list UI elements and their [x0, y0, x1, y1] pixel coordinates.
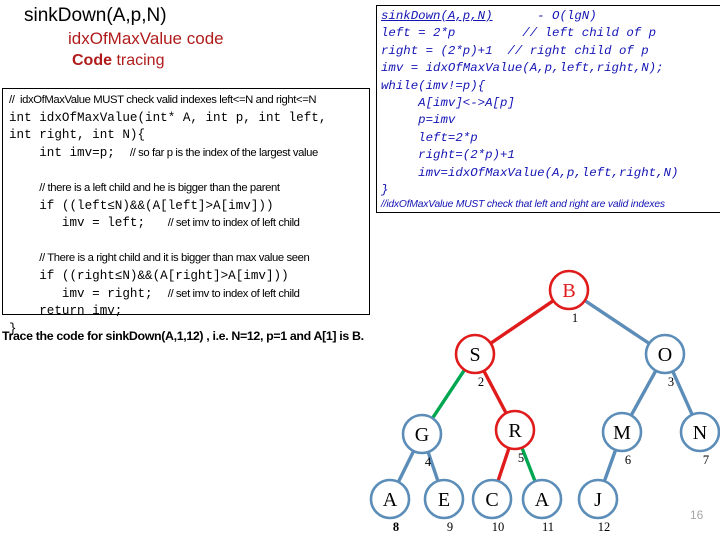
- tree-node-index: 5: [518, 451, 524, 465]
- pseudocode-line: right = (2*p)+1 // right child of p: [381, 43, 649, 58]
- tree-edge: [486, 296, 559, 347]
- trace-instruction: Trace the code for sinkDown(A,1,12) , i.…: [2, 329, 364, 343]
- tree-node-index: 9: [447, 520, 453, 534]
- tree-node-label: C: [485, 489, 498, 511]
- tree-edge: [429, 364, 469, 423]
- code-line: int right, int N){: [9, 128, 146, 143]
- pseudocode-line: A[imv]<->A[p]: [381, 96, 515, 111]
- tree-node-label: G: [415, 424, 429, 446]
- pseudocode-line: while(imv!=p){: [381, 78, 486, 93]
- idxofmaxvalue-code-block: // idxOfMaxValue MUST check valid indexe…: [2, 88, 370, 336]
- pseudocode-line: imv=idxOfMaxValue(A,p,left,right,N): [381, 165, 679, 180]
- tree-node-e-9: E9: [423, 478, 465, 534]
- code-comment: // so far p is the index of the largest …: [129, 146, 318, 159]
- code-line: // there is a left child and he is bigge…: [9, 180, 365, 198]
- tree-node-index: 12: [598, 520, 611, 534]
- sinkdown-pseudocode-block: sinkDown(A,p,N) - O(lgN) left = 2*p // le…: [376, 5, 720, 213]
- code-line: if ((right≤N)&&(A[right]>A[imv])): [9, 268, 289, 283]
- tree-edge: [628, 365, 660, 420]
- pseudocode-line: left = 2*p // left child of p: [381, 26, 657, 41]
- code-line: imv = right; // set imv to index of left…: [9, 286, 365, 304]
- code-comment: // there is a left child and he is bigge…: [39, 181, 280, 194]
- pseudocode-line: left=2*p: [381, 130, 478, 145]
- tree-node-a-11: A 11: [521, 478, 563, 534]
- pseudocode-header: sinkDown(A,p,N) - O(lgN): [381, 8, 720, 25]
- page-number: 16: [690, 508, 704, 522]
- code-line: imv = left; // set imv to index of left …: [9, 215, 365, 233]
- tree-node-label: E: [438, 489, 450, 511]
- title-subtitle-1: idxOfMaxValue code: [68, 29, 224, 48]
- tree-node-label: B: [562, 280, 575, 302]
- tree-edge: [395, 445, 418, 487]
- tree-edge: [579, 296, 654, 347]
- code-text: imv = left;: [9, 216, 168, 231]
- code-comment: // idxOfMaxValue MUST check valid indexe…: [9, 94, 317, 106]
- tree-node-index: 7: [703, 453, 709, 467]
- title-subtitle-2-thin: tracing: [112, 52, 165, 69]
- code-line: int idxOfMaxValue(int* A, int p, int lef…: [9, 110, 327, 125]
- code-text: int imv=p;: [9, 145, 130, 160]
- tree-node-a-8: A8: [369, 478, 411, 534]
- code-line: // There is a right child and it is bigg…: [9, 250, 365, 268]
- tree-node-index: 6: [625, 453, 631, 467]
- tree-node-index: 3: [668, 375, 674, 389]
- tree-edge: [601, 444, 619, 486]
- tree-node-index: 2: [478, 375, 484, 389]
- tree-node-j-12: J 12: [577, 478, 619, 534]
- title-subtitle-2: Code tracing: [72, 50, 364, 71]
- tree-node-r-5: R5: [494, 409, 536, 465]
- title-subtitle-2-bold: Code: [72, 52, 112, 69]
- tree-edge: [480, 365, 510, 418]
- code-line: // idxOfMaxValue MUST check valid indexe…: [9, 92, 365, 110]
- tree-node-m-6: M6: [601, 411, 643, 467]
- tree-node-label: A: [383, 489, 398, 511]
- pseudocode-line: p=imv: [381, 113, 456, 128]
- tree-node-label: J: [594, 489, 602, 511]
- tree-edge: [495, 442, 512, 486]
- code-line: return imv;: [9, 304, 123, 319]
- tree-node-b-1: B1: [548, 269, 590, 325]
- tree-node-label: O: [658, 344, 672, 366]
- pseudocode-complexity: - O(lgN): [492, 9, 597, 23]
- tree-node-label: N: [693, 422, 707, 444]
- tree-node-label: R: [508, 420, 522, 442]
- slide-title-block: sinkDown(A,p,N) idxOfMaxValue code Code …: [24, 4, 364, 71]
- code-comment: // There is a right child and it is bigg…: [39, 252, 310, 265]
- code-line: if ((left≤N)&&(A[left]>A[imv])): [9, 198, 274, 213]
- tree-node-index: 11: [542, 520, 554, 534]
- tree-edge: [669, 365, 696, 420]
- tree-node-index: 8: [393, 520, 399, 534]
- tree-svg: B1S2O3G4R5M6N7A8E9C10A11J12: [369, 269, 720, 534]
- pseudocode-line: imv = idxOfMaxValue(A,p,left,right,N);: [381, 61, 664, 76]
- tree-node-index: 1: [572, 311, 578, 325]
- pseudocode-line: }: [381, 183, 389, 198]
- tree-node-c-10: C 10: [471, 478, 513, 534]
- tree-node-label: S: [469, 344, 480, 366]
- code-text: imv = right;: [9, 286, 168, 301]
- left-code-lines: // idxOfMaxValue MUST check valid indexe…: [9, 92, 365, 338]
- pseudocode-line: right=(2*p)+1: [381, 148, 515, 163]
- pseudocode-comment: //idxOfMaxValue MUST check that left and…: [381, 199, 665, 211]
- tree-node-n-7: N7: [679, 411, 720, 467]
- slide-canvas: sinkDown(A,p,N) idxOfMaxValue code Code …: [0, 0, 720, 540]
- tree-node-index: 4: [425, 455, 432, 469]
- code-comment: // set imv to index of left child: [167, 217, 300, 230]
- right-code-lines: sinkDown(A,p,N) - O(lgN) left = 2*p // le…: [381, 8, 720, 210]
- page-title: sinkDown(A,p,N): [24, 5, 167, 26]
- pseudocode-signature: sinkDown(A,p,N): [381, 9, 493, 23]
- code-comment: // set imv to index of left child: [167, 287, 300, 300]
- tree-node-index: 10: [492, 520, 505, 534]
- tree-node-label: M: [613, 422, 631, 444]
- tree-node-label: A: [535, 489, 550, 511]
- binary-heap-tree-diagram: B 1 S 2 O 3 G 4 R 5 M 6 N 7 A 8 E 9 C 10 A 11 J 12: [360, 262, 720, 540]
- code-line: int imv=p; // so far p is the index of t…: [9, 145, 365, 163]
